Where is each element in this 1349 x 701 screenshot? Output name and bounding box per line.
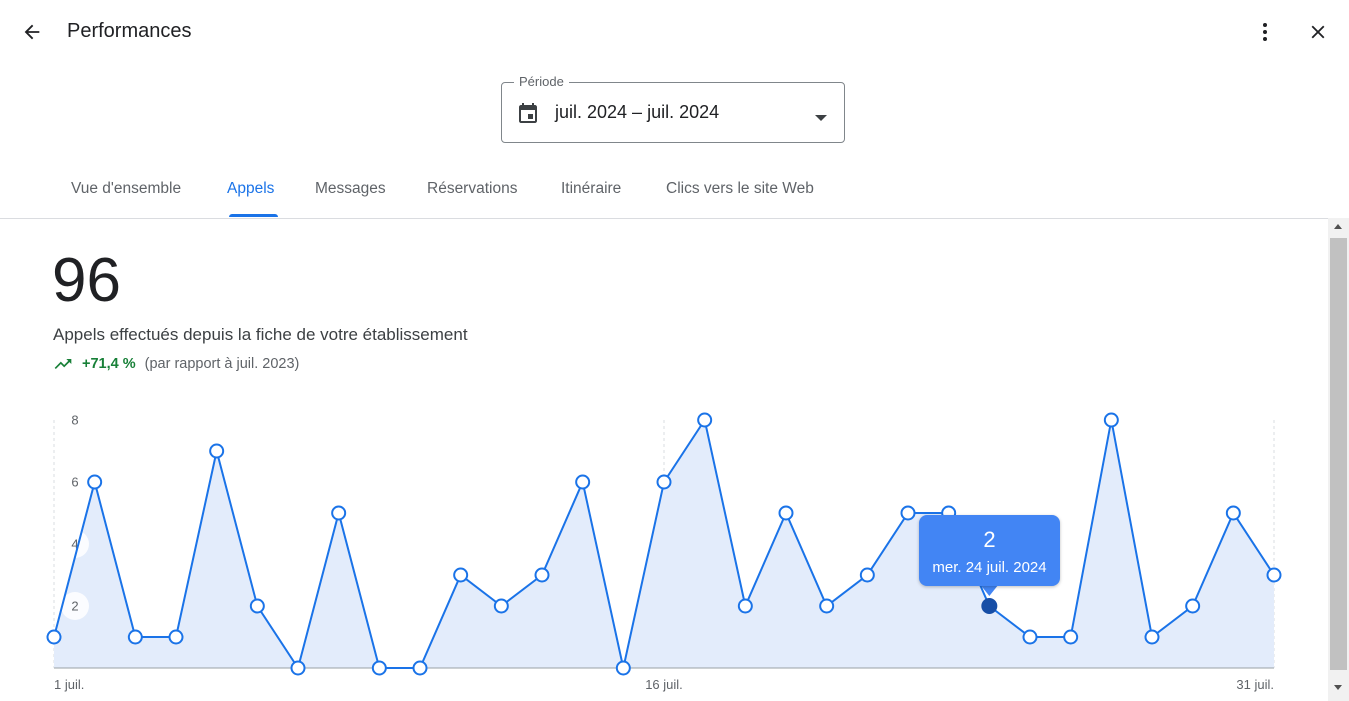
- tab-bar: Vue d'ensemble Appels Messages Réservati…: [0, 166, 1349, 219]
- data-point: [1185, 598, 1201, 614]
- chart-tooltip: 2 mer. 24 juil. 2024: [919, 515, 1060, 586]
- data-point: [1103, 412, 1119, 428]
- data-point: [290, 660, 306, 676]
- scroll-up-arrow-icon[interactable]: [1334, 224, 1342, 229]
- calls-chart: 24681 juil. 16 juil. 31 juil.: [46, 406, 1282, 692]
- x-tick-label: 1 juil.: [54, 677, 84, 692]
- data-point: [412, 660, 428, 676]
- trend-value: +71,4 %: [82, 356, 136, 372]
- data-point: [331, 505, 347, 521]
- active-tab-indicator: [229, 214, 278, 217]
- data-point: [249, 598, 265, 614]
- trend-row: +71,4 % (par rapport à juil. 2023): [53, 354, 299, 374]
- tooltip-value: 2: [983, 527, 996, 552]
- total-calls: 96: [52, 246, 121, 315]
- data-point: [819, 598, 835, 614]
- top-bar: Performances: [0, 0, 1349, 64]
- period-value: juil. 2024 – juil. 2024: [555, 102, 720, 122]
- tab-directions[interactable]: Itinéraire: [561, 166, 621, 218]
- close-icon: [1311, 25, 1325, 39]
- more-options-button[interactable]: [1247, 14, 1283, 50]
- tab-overview[interactable]: Vue d'ensemble: [71, 166, 181, 218]
- tooltip-date: mer. 24 juil. 2024: [932, 559, 1047, 576]
- data-point: [859, 567, 875, 583]
- data-point: [453, 567, 469, 583]
- data-point: [615, 660, 631, 676]
- x-tick-label: 31 juil.: [1236, 677, 1274, 692]
- y-tick-label: 2: [71, 599, 78, 614]
- period-label: Période: [514, 74, 569, 90]
- vertical-scrollbar[interactable]: [1328, 218, 1349, 701]
- data-point: [168, 629, 184, 645]
- y-tick-label: 8: [71, 413, 78, 428]
- data-point: [1225, 505, 1241, 521]
- data-point: [371, 660, 387, 676]
- arrow-back-icon: [24, 24, 40, 40]
- trending-up-icon: [53, 354, 73, 374]
- data-point: [575, 474, 591, 490]
- data-point: [900, 505, 916, 521]
- data-point: [87, 474, 103, 490]
- data-point: [1022, 629, 1038, 645]
- calendar-icon: [516, 101, 540, 130]
- data-point: [778, 505, 794, 521]
- tab-calls[interactable]: Appels: [227, 166, 274, 218]
- data-point: [1266, 567, 1282, 583]
- data-point: [737, 598, 753, 614]
- page-title: Performances: [67, 20, 192, 42]
- data-point: [697, 412, 713, 428]
- dropdown-arrow-icon: [814, 109, 828, 127]
- scroll-thumb[interactable]: [1330, 238, 1347, 670]
- tab-messages[interactable]: Messages: [315, 166, 386, 218]
- data-point: [209, 443, 225, 459]
- metric-description: Appels effectués depuis la fiche de votr…: [53, 325, 468, 344]
- y-tick-label: 6: [71, 475, 78, 490]
- scroll-down-arrow-icon[interactable]: [1334, 685, 1342, 690]
- trend-comparison: (par rapport à juil. 2023): [144, 356, 300, 372]
- back-button[interactable]: [14, 14, 50, 50]
- data-point: [656, 474, 672, 490]
- period-selector[interactable]: Période juil. 2024 – juil. 2024: [501, 74, 845, 143]
- data-point: [127, 629, 143, 645]
- tab-website-clicks[interactable]: Clics vers le site Web: [666, 166, 814, 218]
- data-point: [1063, 629, 1079, 645]
- more-vert-icon: [1263, 23, 1267, 41]
- data-point: [534, 567, 550, 583]
- close-button[interactable]: [1300, 14, 1336, 50]
- x-tick-label: 16 juil.: [645, 677, 683, 692]
- tab-bookings[interactable]: Réservations: [427, 166, 517, 218]
- data-point: [46, 629, 62, 645]
- data-point: [1144, 629, 1160, 645]
- highlighted-data-point: [981, 598, 998, 614]
- data-point: [493, 598, 509, 614]
